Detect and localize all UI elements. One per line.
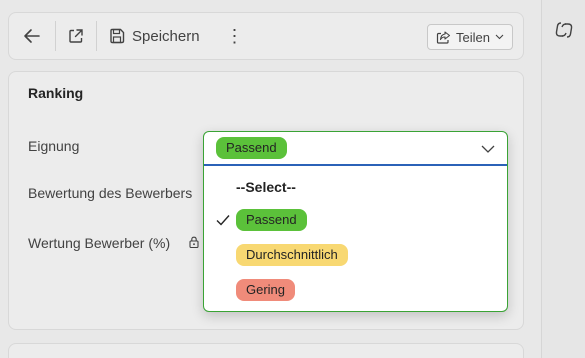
eignung-dropdown[interactable]: Passend --Select-- Passend Durchschnittl…: [203, 131, 508, 312]
back-button[interactable]: [9, 13, 55, 59]
share-button[interactable]: Teilen: [427, 24, 513, 50]
save-label: Speichern: [132, 27, 200, 45]
option-pill: Durchschnittlich: [236, 244, 348, 266]
option-durchschnittlich[interactable]: Durchschnittlich: [204, 239, 507, 271]
side-rail: [541, 0, 585, 358]
option-pill: Passend: [236, 209, 307, 231]
field-label-eignung: Eignung: [28, 138, 80, 154]
option-label: --Select--: [236, 179, 296, 195]
share-icon: [436, 30, 451, 44]
copilot-icon[interactable]: [554, 20, 574, 40]
chevron-down-icon[interactable]: [481, 143, 495, 155]
floppy-disk-icon: [110, 28, 125, 44]
option-gering[interactable]: Gering: [204, 274, 507, 306]
chevron-down-icon: [495, 34, 504, 40]
more-commands-button[interactable]: ⋮: [218, 13, 252, 59]
share-label: Teilen: [456, 29, 490, 45]
field-label-wertung: Wertung Bewerber (%): [28, 235, 171, 251]
command-bar: Speichern ⋮ Teilen: [8, 12, 524, 60]
open-in-new-icon: [69, 29, 83, 43]
form-area: Speichern ⋮ Teilen Ranking Eignung Bewer…: [0, 0, 541, 358]
next-section: [8, 343, 524, 358]
section-title: Ranking: [28, 85, 84, 101]
arrow-left-icon: [24, 29, 40, 43]
dropdown-selected-value[interactable]: Passend: [204, 132, 507, 166]
option-pill: Gering: [236, 279, 296, 301]
field-label-bewertung: Bewertung des Bewerbers: [28, 185, 193, 201]
checkmark-icon: [216, 215, 230, 226]
save-button[interactable]: Speichern: [97, 13, 210, 59]
open-in-new-window-button[interactable]: [56, 13, 96, 59]
option-passend[interactable]: Passend: [204, 204, 507, 236]
lock-icon: [189, 236, 199, 248]
more-icon: ⋮: [225, 25, 244, 46]
selected-option-pill: Passend: [216, 137, 287, 159]
option-select[interactable]: --Select--: [204, 171, 507, 203]
